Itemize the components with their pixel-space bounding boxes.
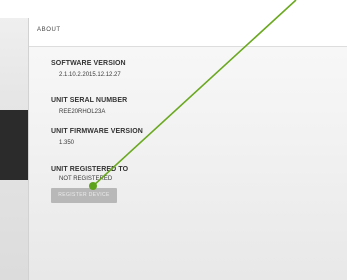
about-panel: ABOUT SOFTWARE VERSION 2.1.10.2.2015.12.… (28, 18, 347, 280)
firmware-version-label: UNIT FIRMWARE VERSION (51, 128, 143, 135)
register-device-button[interactable]: REGISTER DEVICE (51, 188, 117, 203)
firmware-version-value: 1.350 (59, 140, 75, 146)
software-version-label: SOFTWARE VERSION (51, 60, 126, 67)
serial-number-value: REE20RHOL23A (59, 109, 106, 115)
registered-to-label: UNIT REGISTERED TO (51, 166, 129, 173)
software-version-value: 2.1.10.2.2015.12.12.27 (59, 72, 121, 78)
register-device-button-label: REGISTER DEVICE (58, 192, 110, 198)
registered-to-value: NOT REGISTERED (59, 176, 113, 182)
serial-number-label: UNIT SERAL NUMBER (51, 97, 128, 104)
panel-header: ABOUT (29, 18, 347, 47)
sidebar-active-block (0, 110, 28, 180)
page-title: ABOUT (37, 27, 61, 33)
